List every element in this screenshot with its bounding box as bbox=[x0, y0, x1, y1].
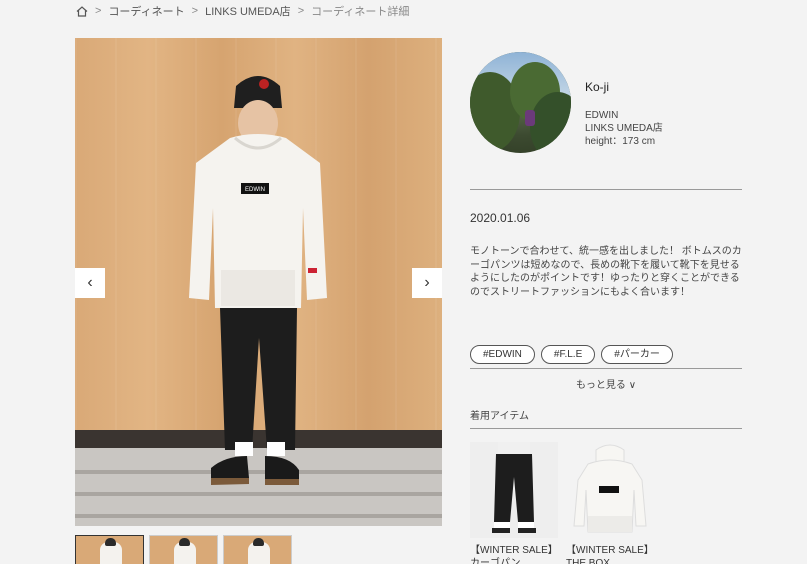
worn-items-heading: 着用アイテム bbox=[470, 411, 529, 422]
divider bbox=[470, 189, 742, 190]
avatar[interactable] bbox=[470, 52, 571, 153]
next-photo-button[interactable]: › bbox=[412, 268, 442, 298]
prev-photo-button[interactable]: ‹ bbox=[75, 268, 105, 298]
main-coordinate-photo[interactable]: EDWIN bbox=[75, 38, 442, 526]
breadcrumb-separator: > bbox=[95, 5, 102, 17]
breadcrumb-store-link[interactable]: LINKS UMEDA店 bbox=[205, 3, 291, 19]
model-figure: EDWIN bbox=[189, 76, 327, 485]
post-description: モノトーンで合わせて、統一感を出しました！ ボトムスのカーゴパンツは短めなので、… bbox=[470, 246, 742, 298]
show-more-button[interactable]: もっと見る ∨ bbox=[470, 376, 742, 391]
staff-brand: EDWIN bbox=[585, 110, 619, 121]
staff-store: LINKS UMEDA店 bbox=[585, 123, 663, 134]
staff-name[interactable]: Ko-ji bbox=[585, 80, 725, 94]
item-label[interactable]: 【WINTER SALE】カーゴパン bbox=[470, 544, 558, 564]
breadcrumb-separator: > bbox=[297, 5, 305, 17]
item-card-box-parka[interactable]: 【WINTER SALE】THE BOX bbox=[566, 442, 654, 564]
breadcrumb-coordinate-link[interactable]: コーディネート bbox=[108, 3, 184, 19]
chevron-left-icon: ‹ bbox=[87, 274, 93, 291]
tag-fle[interactable]: #F.L.E bbox=[540, 345, 596, 364]
item-image[interactable] bbox=[566, 442, 654, 538]
breadcrumb: > コーディネート > LINKS UMEDA店 > コーディネート詳細 bbox=[76, 3, 409, 19]
item-card-cargo-pants[interactable]: 【WINTER SALE】カーゴパン bbox=[470, 442, 558, 564]
divider bbox=[470, 428, 742, 429]
tag-parka[interactable]: #パーカー bbox=[601, 345, 673, 364]
photo-thumbnail[interactable] bbox=[75, 535, 144, 564]
breadcrumb-current: コーディネート詳細 bbox=[311, 6, 410, 18]
item-image[interactable] bbox=[470, 442, 558, 538]
photo-thumbnail[interactable] bbox=[149, 535, 218, 564]
staff-height: height：173 cm bbox=[585, 136, 656, 147]
thumbnail-strip bbox=[75, 535, 292, 564]
breadcrumb-separator: > bbox=[191, 5, 199, 17]
chevron-right-icon: › bbox=[424, 274, 430, 291]
photo-thumbnail[interactable] bbox=[223, 535, 292, 564]
staff-profile: Ko-ji EDWIN LINKS UMEDA店 height：173 cm bbox=[470, 52, 663, 153]
hoodie-logo-text: EDWIN bbox=[245, 187, 265, 193]
item-label[interactable]: 【WINTER SALE】THE BOX bbox=[566, 544, 654, 564]
post-date: 2020.01.06 bbox=[470, 211, 531, 225]
tag-edwin[interactable]: #EDWIN bbox=[470, 345, 535, 364]
divider bbox=[470, 368, 742, 369]
tag-list: #EDWIN #F.L.E #パーカー bbox=[470, 345, 673, 364]
home-icon[interactable] bbox=[76, 5, 88, 17]
